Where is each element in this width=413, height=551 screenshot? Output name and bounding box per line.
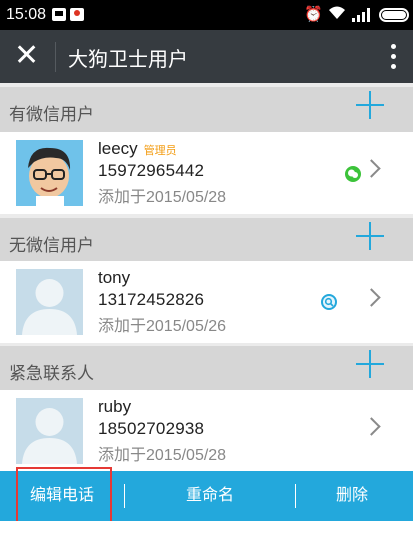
rename-button[interactable]: 重命名 xyxy=(126,471,294,521)
user-name-text: tony xyxy=(98,268,131,287)
qq-icon xyxy=(70,8,84,21)
battery-icon xyxy=(379,8,409,22)
section-title: 紧急联系人 xyxy=(9,364,94,383)
admin-badge: 管理员 xyxy=(143,145,177,157)
section-header-no-wechat: 无微信用户 xyxy=(0,218,413,263)
chevron-right-icon xyxy=(362,288,381,307)
action-divider xyxy=(124,484,125,508)
close-icon[interactable]: ✕ xyxy=(14,40,39,72)
user-row-leecy[interactable]: leecy 管理员 15972965442 添加于2015/05/28 xyxy=(0,132,413,214)
title-divider xyxy=(55,42,56,72)
user-row-ruby[interactable]: ruby 18502702938 添加于2015/05/28 xyxy=(0,390,413,472)
user-row-tony[interactable]: tony 13172452826 添加于2015/05/26 xyxy=(0,261,413,343)
user-added-date: 添加于2015/05/28 xyxy=(98,189,227,206)
alarm-icon: ⏰ xyxy=(304,6,323,23)
chevron-right-icon xyxy=(362,159,381,178)
user-added-date: 添加于2015/05/28 xyxy=(98,447,227,464)
chevron-right-icon xyxy=(362,417,381,436)
section-header-wechat: 有微信用户 xyxy=(0,87,413,132)
more-vert-icon[interactable] xyxy=(389,42,397,72)
section-title: 有微信用户 xyxy=(9,105,94,124)
user-name-text: ruby xyxy=(98,397,132,416)
section-title: 无微信用户 xyxy=(9,236,94,255)
action-divider xyxy=(295,484,296,508)
page-title: 大狗卫士用户 xyxy=(68,49,188,71)
user-phone: 18502702938 xyxy=(98,419,205,438)
add-icon[interactable] xyxy=(356,222,384,250)
user-phone: 13172452826 xyxy=(98,290,205,309)
avatar xyxy=(16,398,83,464)
signal-icon xyxy=(352,8,374,22)
status-time: 15:08 xyxy=(6,6,47,23)
user-name: leecy 管理员 xyxy=(98,139,177,159)
avatar xyxy=(16,269,83,335)
section-header-emergency: 紧急联系人 xyxy=(0,346,413,391)
user-name: tony xyxy=(98,268,130,288)
footer-strip xyxy=(0,521,413,551)
edit-phone-highlight xyxy=(16,467,112,527)
add-icon[interactable] xyxy=(356,350,384,378)
title-bar: ✕ 大狗卫士用户 xyxy=(0,30,413,83)
add-icon[interactable] xyxy=(356,91,384,119)
avatar xyxy=(16,140,83,206)
delete-button[interactable]: 删除 xyxy=(297,471,407,521)
wechat-icon xyxy=(345,166,361,182)
search-icon xyxy=(321,294,337,310)
notification-icon xyxy=(52,8,66,21)
user-name: ruby xyxy=(98,397,131,417)
wifi-icon xyxy=(328,5,346,24)
user-added-date: 添加于2015/05/26 xyxy=(98,318,227,335)
user-name-text: leecy xyxy=(98,139,138,158)
status-bar: 15:08 ⏰ xyxy=(0,0,413,30)
user-phone: 15972965442 xyxy=(98,161,205,180)
